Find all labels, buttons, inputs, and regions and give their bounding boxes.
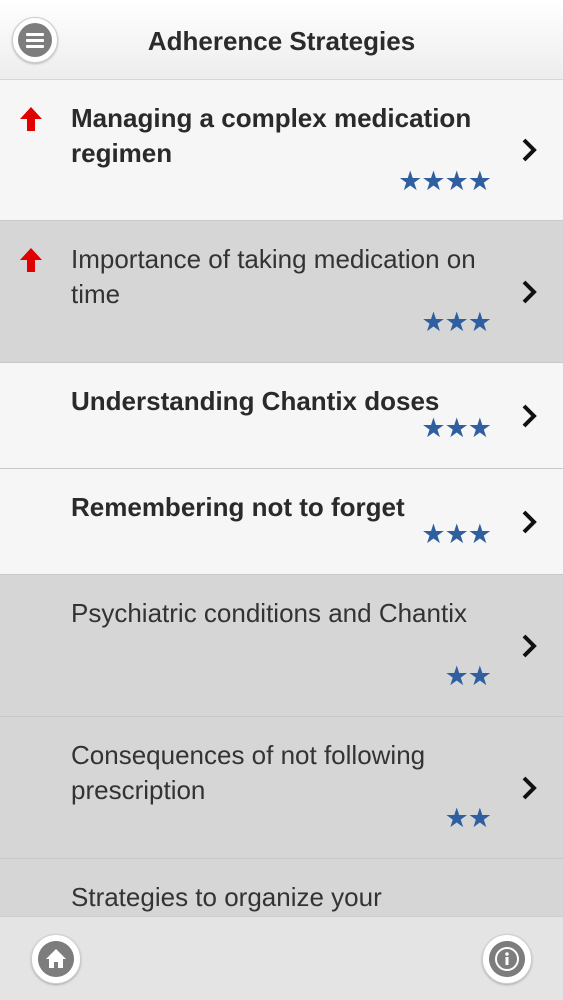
star-rating: ★★★★ [398, 166, 492, 196]
chevron-right-icon [522, 510, 537, 534]
star-rating: ★★ [444, 803, 492, 833]
list-item[interactable]: Psychiatric conditions and Chantix ★★ [0, 575, 563, 717]
strategy-list[interactable]: Managing a complex medication regimen ★★… [0, 80, 563, 916]
home-icon [38, 941, 74, 977]
list-item-label: Psychiatric conditions and Chantix [71, 598, 467, 628]
priority-up-arrow-icon [20, 107, 42, 131]
footer-bar [0, 916, 563, 1000]
star-rating: ★★★ [421, 519, 492, 549]
star-rating: ★★★ [421, 413, 492, 443]
info-icon [489, 941, 525, 977]
info-button[interactable] [482, 934, 532, 984]
star-rating: ★★★ [421, 307, 492, 337]
chevron-right-icon [522, 280, 537, 304]
list-item[interactable]: Strategies to organize your [0, 859, 563, 916]
list-item-label: Managing a complex medication regimen [71, 103, 472, 168]
list-item[interactable]: Importance of taking medication on time … [0, 221, 563, 363]
header-bar: Adherence Strategies [0, 0, 563, 80]
list-item[interactable]: Understanding Chantix doses ★★★ [0, 363, 563, 469]
star-rating: ★★ [444, 661, 492, 691]
chevron-right-icon [522, 138, 537, 162]
chevron-right-icon [522, 776, 537, 800]
list-item-label: Strategies to organize your [71, 882, 382, 912]
chevron-right-icon [522, 634, 537, 658]
list-item[interactable]: Consequences of not following prescripti… [0, 717, 563, 859]
page-title: Adherence Strategies [147, 26, 416, 56]
home-button[interactable] [31, 934, 81, 984]
list-item-label: Consequences of not following prescripti… [71, 740, 426, 805]
priority-up-arrow-icon [20, 248, 42, 272]
chevron-right-icon [522, 404, 537, 428]
list-item[interactable]: Managing a complex medication regimen ★★… [0, 80, 563, 221]
list-item[interactable]: Remembering not to forget ★★★ [0, 469, 563, 575]
list-item-label: Importance of taking medication on time [71, 244, 476, 309]
